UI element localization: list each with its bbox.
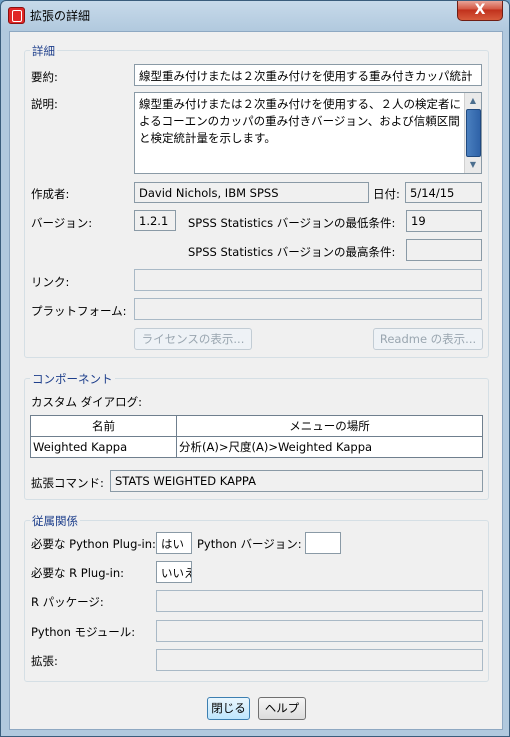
r-plugin-label: 必要な R Plug-in: bbox=[31, 566, 125, 580]
window-close-button[interactable]: X bbox=[457, 1, 503, 21]
description-text: 線型重み付けまたは２次重み付けを使用する、２人の検定者によるコーエンのカッパの重… bbox=[139, 97, 461, 145]
description-scrollbar[interactable]: ▲ ▼ bbox=[464, 93, 481, 173]
dependencies-legend: 従属関係 bbox=[30, 513, 80, 529]
scroll-down-icon[interactable]: ▼ bbox=[465, 157, 481, 173]
ext-command-field[interactable]: STATS WEIGHTED KAPPA bbox=[110, 470, 483, 492]
link-field[interactable] bbox=[134, 269, 482, 291]
description-label: 説明: bbox=[31, 97, 58, 111]
details-legend: 詳細 bbox=[30, 43, 57, 59]
python-plugin-field[interactable]: はい bbox=[156, 532, 192, 554]
row-name-cell: Weighted Kappa bbox=[30, 436, 177, 458]
extensions-label: 拡張: bbox=[31, 654, 58, 668]
window-title: 拡張の詳細 bbox=[30, 9, 91, 23]
readme-button[interactable]: Readme の表示... bbox=[373, 328, 483, 350]
spss-app-icon bbox=[8, 7, 25, 24]
python-version-field[interactable] bbox=[305, 532, 341, 554]
r-packages-label: R パッケージ: bbox=[31, 595, 104, 609]
title-bar: 拡張の詳細 X bbox=[1, 1, 509, 29]
python-modules-field[interactable] bbox=[156, 620, 483, 642]
column-header-name[interactable]: 名前 bbox=[30, 415, 177, 437]
author-field[interactable]: David Nichols, IBM SPSS bbox=[134, 182, 369, 203]
min-version-label: SPSS Statistics バージョンの最低条件: bbox=[188, 216, 396, 230]
row-location-cell: 分析(A)>尺度(A)>Weighted Kappa bbox=[176, 436, 483, 458]
version-field[interactable]: 1.2.1 bbox=[134, 210, 176, 231]
python-version-label: Python バージョン: bbox=[197, 537, 302, 551]
table-row[interactable]: Weighted Kappa 分析(A)>尺度(A)>Weighted Kapp… bbox=[30, 436, 483, 458]
version-label: バージョン: bbox=[31, 216, 93, 230]
scroll-thumb[interactable] bbox=[466, 109, 481, 157]
max-version-field[interactable] bbox=[406, 239, 482, 261]
component-table: 名前 メニューの場所 Weighted Kappa 分析(A)>尺度(A)>We… bbox=[30, 415, 483, 458]
extensions-field[interactable] bbox=[156, 649, 483, 671]
custom-dialog-label: カスタム ダイアログ: bbox=[31, 395, 143, 409]
r-plugin-field[interactable]: いいえ bbox=[156, 561, 192, 583]
date-label: 日付: bbox=[373, 187, 400, 201]
date-field[interactable]: 5/14/15 bbox=[405, 182, 482, 203]
python-plugin-label: 必要な Python Plug-in: bbox=[31, 537, 156, 551]
close-button[interactable]: 閉じる bbox=[207, 697, 250, 720]
description-area[interactable]: 線型重み付けまたは２次重み付けを使用する、２人の検定者によるコーエンのカッパの重… bbox=[134, 92, 482, 174]
python-modules-label: Python モジュール: bbox=[31, 625, 136, 639]
column-header-location[interactable]: メニューの場所 bbox=[176, 415, 483, 437]
summary-field[interactable]: 線型重み付けまたは２次重み付けを使用する重み付きカッパ統計 bbox=[134, 64, 482, 86]
r-packages-field[interactable] bbox=[156, 590, 483, 612]
scroll-up-icon[interactable]: ▲ bbox=[465, 93, 481, 109]
dialog-body: 詳細 要約: 線型重み付けまたは２次重み付けを使用する重み付きカッパ統計 説明:… bbox=[9, 31, 503, 730]
platform-label: プラットフォーム: bbox=[31, 304, 127, 318]
help-button[interactable]: ヘルプ bbox=[258, 697, 306, 720]
link-label: リンク: bbox=[31, 275, 70, 289]
extension-details-window: 拡張の詳細 X 詳細 要約: 線型重み付けまたは２次重み付けを使用する重み付きカ… bbox=[0, 0, 510, 737]
ext-command-label: 拡張コマンド: bbox=[31, 476, 104, 490]
summary-label: 要約: bbox=[31, 70, 58, 84]
max-version-label: SPSS Statistics バージョンの最高条件: bbox=[188, 245, 396, 259]
components-legend: コンポーネント bbox=[30, 371, 115, 387]
platform-field[interactable] bbox=[134, 298, 482, 320]
license-button[interactable]: ライセンスの表示... bbox=[134, 328, 252, 350]
min-version-field[interactable]: 19 bbox=[406, 210, 482, 232]
author-label: 作成者: bbox=[31, 187, 70, 201]
